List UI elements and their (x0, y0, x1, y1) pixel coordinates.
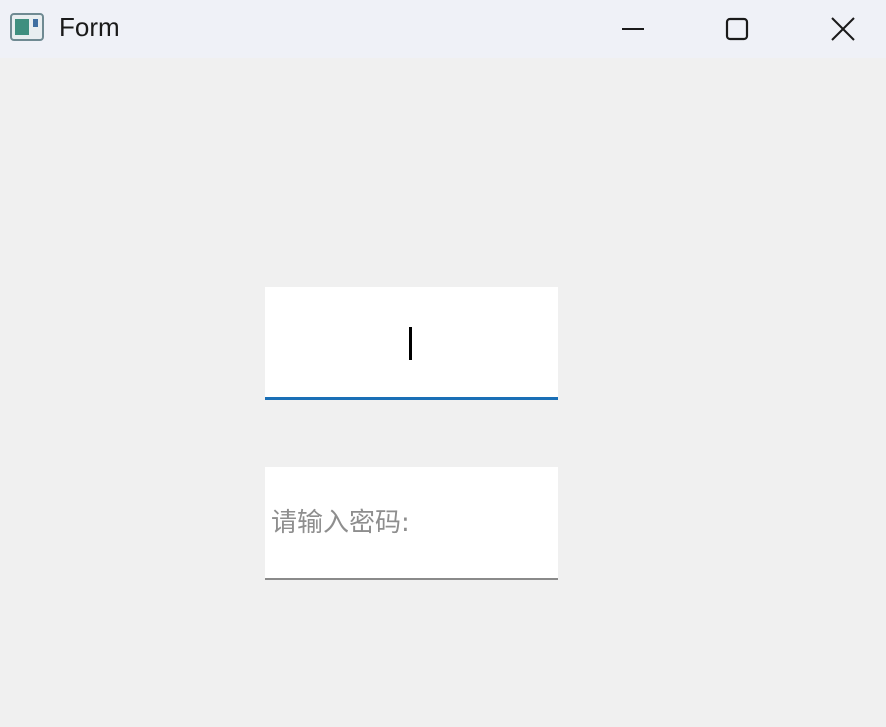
window-app-icon (10, 13, 44, 41)
text-caret (409, 327, 412, 360)
password-input[interactable] (265, 467, 558, 578)
maximize-icon (725, 17, 749, 41)
window-title: Form (59, 12, 120, 42)
maximize-button[interactable] (684, 0, 790, 58)
form-window: Form (0, 0, 886, 727)
close-icon (831, 17, 855, 41)
minimize-icon (622, 28, 644, 30)
title-bar[interactable]: Form (0, 0, 886, 58)
password-field[interactable] (265, 467, 558, 580)
close-button[interactable] (790, 0, 886, 58)
minimize-button[interactable] (580, 0, 686, 58)
